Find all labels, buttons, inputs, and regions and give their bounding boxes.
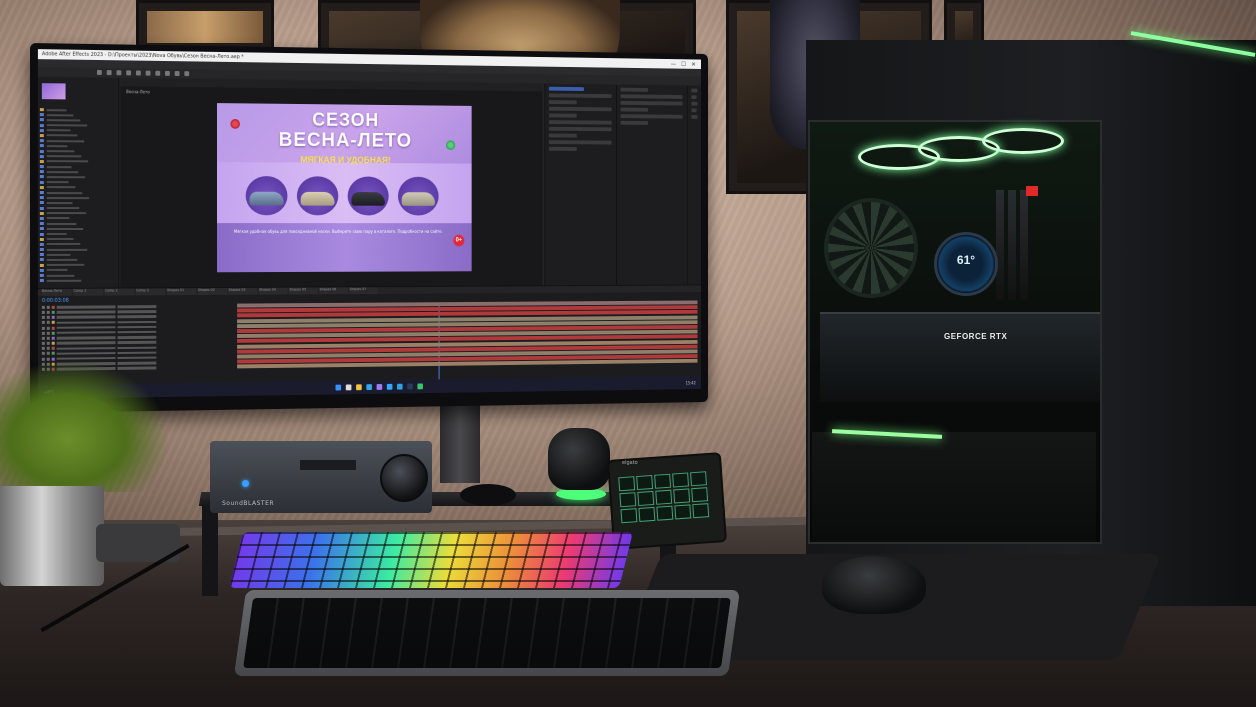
selection-tool-icon[interactable] [96, 69, 102, 75]
pc-case-side [1100, 46, 1256, 606]
photoshop-icon[interactable] [386, 383, 393, 390]
rotate-tool-icon[interactable] [126, 70, 132, 76]
timeline-tab[interactable]: Comp 2 [104, 288, 135, 296]
ram-stick [1008, 190, 1016, 300]
volume-knob [380, 454, 428, 502]
amp-brand: SoundBLASTER [222, 500, 275, 507]
character-panel [686, 85, 701, 286]
plant-pot [0, 486, 104, 586]
composition-tab-label: Весна-Лето [126, 89, 150, 95]
start-icon[interactable] [335, 384, 342, 391]
timeline-tab[interactable]: Shapes 02 [197, 287, 227, 295]
motherboard-led [1026, 186, 1038, 196]
psu-shroud [812, 432, 1096, 542]
zoom-tool-icon[interactable] [116, 70, 122, 76]
composition-viewer[interactable]: Весна-Лето СЕЗОН ВЕСНА-ЛЕТО МЯГКАЯ И УДО… [120, 78, 543, 289]
monitor-stand [440, 405, 480, 483]
rear-fan [824, 198, 918, 298]
timeline-tab[interactable]: Весна-Лето [41, 288, 72, 296]
camera-tool-icon[interactable] [135, 70, 141, 76]
age-badge: 0+ [453, 234, 465, 247]
gaming-mouse [548, 428, 610, 490]
timeline-tab[interactable]: Shapes 03 [228, 287, 258, 295]
rgb-keyboard [229, 532, 633, 588]
ergonomic-mouse [822, 556, 926, 614]
shoe-image [245, 176, 288, 216]
shoe-image [397, 176, 439, 216]
telegram-icon[interactable] [397, 383, 403, 390]
minimize-button[interactable]: — [671, 60, 676, 67]
ram-stick [1020, 190, 1028, 300]
browser-icon[interactable] [366, 384, 372, 391]
shoe-row [245, 176, 439, 216]
timeline-tab[interactable]: Comp 1 [73, 288, 103, 296]
timeline-tab[interactable]: Shapes 01 [166, 288, 196, 296]
search-icon[interactable] [345, 384, 352, 391]
hand-tool-icon[interactable] [106, 70, 112, 76]
pan-behind-tool-icon[interactable] [145, 70, 151, 76]
system-clock[interactable]: 15:42 [686, 380, 696, 385]
steam-icon[interactable] [407, 383, 413, 390]
gpu-label: GEFORCE RTX [944, 332, 1008, 341]
shape-tool-icon[interactable] [155, 70, 161, 76]
timeline-tab[interactable]: Shapes 05 [289, 287, 318, 295]
banner-subtitle: МЯГКАЯ И УДОБНАЯ! [300, 154, 391, 166]
effects-panel [544, 83, 616, 287]
brush-tool-icon[interactable] [184, 71, 190, 77]
timeline-tracks[interactable] [237, 300, 698, 382]
project-panel [37, 77, 120, 289]
timeline-tabs: Весна-Лето Comp 1 Comp 2 Comp 3 Shapes 01 Sha… [37, 285, 701, 296]
aio-fan-rings [858, 128, 1078, 174]
properties-panel [616, 84, 687, 286]
project-thumbnail [41, 83, 66, 100]
project-item[interactable] [39, 278, 117, 284]
after-effects-icon[interactable] [376, 384, 383, 390]
maximize-button[interactable]: ☐ [681, 61, 686, 68]
wireless-keyboard [233, 590, 741, 676]
screen: Adobe After Effects 2023 - D:\Проекты\20… [37, 49, 701, 399]
close-button[interactable]: ✕ [691, 61, 695, 68]
timeline-tab[interactable]: Shapes 04 [259, 287, 288, 295]
power-led-icon [242, 480, 249, 487]
app-icon[interactable] [417, 383, 423, 390]
ram-stick [996, 190, 1004, 300]
stream-deck-brand: elgato [622, 460, 638, 466]
amp-display [300, 460, 356, 470]
aio-pump: 61° [934, 232, 998, 296]
shoe-image [296, 176, 339, 216]
banner-disclaimer: Мягкая удобная обувь для повседневной но… [233, 228, 443, 234]
monitor: Adobe After Effects 2023 - D:\Проекты\20… [30, 43, 708, 413]
timeline-tab[interactable]: Comp 3 [135, 288, 166, 296]
banner-title-line2: ВЕСНА-ЛЕТО [278, 129, 413, 152]
pump-temperature: 61° [956, 253, 976, 267]
earbuds-case [460, 484, 516, 506]
text-tool-icon[interactable] [174, 71, 180, 77]
potted-plant [0, 360, 170, 492]
photo-scene: 61° GEFORCE RTX Adobe After Effects 2023… [0, 0, 1256, 707]
right-panels [544, 83, 701, 287]
shoe-image [347, 176, 389, 216]
timeline-tab[interactable]: Shapes 07 [349, 287, 378, 295]
timecode[interactable]: 0:00:03:08 [42, 298, 69, 304]
pen-tool-icon[interactable] [165, 70, 170, 76]
ad-banner: СЕЗОН ВЕСНА-ЛЕТО МЯГКАЯ И УДОБНАЯ! Мягка… [217, 103, 472, 273]
timeline-tab[interactable]: Shapes 06 [319, 287, 348, 295]
explorer-icon[interactable] [356, 384, 362, 391]
graphics-card [820, 312, 1100, 402]
project-list [39, 107, 117, 285]
